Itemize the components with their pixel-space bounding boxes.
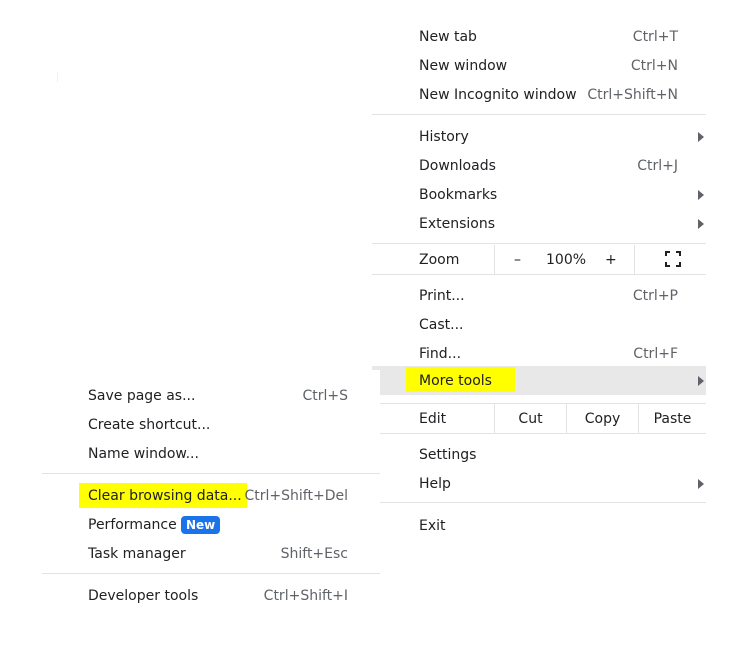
menu-item-shortcut: Ctrl+S	[302, 387, 348, 404]
menu-item-shortcut: Ctrl+F	[633, 345, 678, 362]
menu-item-print[interactable]: Print... Ctrl+P	[372, 281, 706, 310]
menu-item-extensions[interactable]: Extensions	[372, 209, 706, 238]
menu-item-label: Exit	[419, 517, 446, 534]
menu-separator	[42, 473, 380, 474]
menu-item-label: Print...	[419, 287, 465, 304]
submenu-arrow-icon	[698, 218, 704, 229]
menu-item-history[interactable]: History	[372, 122, 706, 151]
menu-item-zoom: Zoom – 100% +	[372, 245, 706, 274]
submenu-item-clear-browsing-data[interactable]: Clear browsing data... Ctrl+Shift+Del	[42, 481, 380, 510]
submenu-item-name-window[interactable]: Name window...	[42, 439, 380, 468]
submenu-item-performance[interactable]: Performance New	[42, 510, 380, 539]
copy-button[interactable]: Copy	[567, 404, 638, 433]
menu-item-label: Bookmarks	[419, 186, 498, 203]
fullscreen-icon[interactable]	[665, 251, 681, 267]
zoom-in-button[interactable]: +	[605, 250, 617, 270]
submenu-arrow-icon	[698, 375, 704, 386]
menu-item-label: History	[419, 128, 469, 145]
submenu-item-task-manager[interactable]: Task manager Shift+Esc	[42, 539, 380, 568]
more-tools-submenu: Save page as... Ctrl+S Create shortcut..…	[42, 370, 380, 616]
zoom-label: Zoom	[419, 251, 460, 268]
menu-item-settings[interactable]: Settings	[372, 440, 706, 469]
submenu-item-create-shortcut[interactable]: Create shortcut...	[42, 410, 380, 439]
menu-item-cast[interactable]: Cast...	[372, 310, 706, 339]
edit-label: Edit	[419, 410, 447, 427]
menu-item-label: Developer tools	[88, 587, 199, 604]
menu-item-shortcut: Ctrl+Shift+I	[263, 587, 348, 604]
menu-item-new-incognito-window[interactable]: New Incognito window Ctrl+Shift+N	[372, 80, 706, 109]
submenu-item-save-page[interactable]: Save page as... Ctrl+S	[42, 381, 380, 410]
zoom-divider	[494, 245, 495, 274]
menu-item-shortcut: Ctrl+Shift+N	[587, 86, 678, 103]
menu-separator	[42, 573, 380, 574]
menu-item-label: Cast...	[419, 316, 464, 333]
menu-item-label: New Incognito window	[419, 86, 577, 103]
menu-item-exit[interactable]: Exit	[372, 511, 706, 540]
menu-item-label: New tab	[419, 28, 477, 45]
menu-separator	[372, 274, 706, 275]
new-badge: New	[181, 515, 221, 534]
menu-item-shortcut: Ctrl+N	[630, 57, 678, 74]
menu-item-label: New window	[419, 57, 508, 74]
menu-item-label: Task manager	[88, 545, 186, 562]
menu-item-label: Clear browsing data...	[88, 487, 242, 504]
copy-label: Copy	[584, 410, 621, 427]
menu-item-shortcut: Ctrl+J	[637, 157, 678, 174]
menu-separator	[372, 243, 706, 244]
menu-item-label: Create shortcut...	[88, 416, 211, 433]
menu-separator	[372, 502, 706, 503]
menu-item-label: More tools	[419, 372, 492, 389]
menu-item-downloads[interactable]: Downloads Ctrl+J	[372, 151, 706, 180]
menu-item-label: Downloads	[419, 157, 496, 174]
menu-item-shortcut: Ctrl+Shift+Del	[244, 487, 348, 504]
menu-item-new-window[interactable]: New window Ctrl+N	[372, 51, 706, 80]
menu-item-label: Settings	[419, 446, 477, 463]
menu-item-help[interactable]: Help	[372, 469, 706, 498]
menu-item-label: Name window...	[88, 445, 199, 462]
menu-item-shortcut: Shift+Esc	[280, 545, 348, 562]
chrome-main-menu: New tab Ctrl+T New window Ctrl+N New Inc…	[372, 10, 706, 540]
zoom-out-button[interactable]: –	[514, 250, 521, 270]
submenu-item-developer-tools[interactable]: Developer tools Ctrl+Shift+I	[42, 581, 380, 610]
zoom-level: 100%	[546, 251, 587, 268]
menu-item-label: Extensions	[419, 215, 496, 232]
menu-separator	[372, 114, 706, 115]
paste-label: Paste	[653, 410, 692, 427]
menu-item-label: Performance	[88, 516, 177, 533]
cut-button[interactable]: Cut	[495, 404, 566, 433]
submenu-arrow-icon	[698, 189, 704, 200]
cut-label: Cut	[518, 410, 543, 427]
background-speck	[57, 72, 58, 82]
menu-item-bookmarks[interactable]: Bookmarks	[372, 180, 706, 209]
menu-item-shortcut: Ctrl+T	[632, 28, 678, 45]
submenu-arrow-icon	[698, 131, 704, 142]
menu-item-label: Save page as...	[88, 387, 196, 404]
menu-item-label: Find...	[419, 345, 462, 362]
submenu-arrow-icon	[698, 478, 704, 489]
paste-button[interactable]: Paste	[639, 404, 706, 433]
menu-item-label: Help	[419, 475, 451, 492]
zoom-divider	[634, 245, 635, 274]
menu-item-more-tools[interactable]: More tools	[372, 366, 706, 395]
menu-separator	[372, 433, 706, 434]
menu-item-shortcut: Ctrl+P	[632, 287, 678, 304]
menu-item-edit: Edit Cut Copy Paste	[372, 404, 706, 433]
menu-item-find[interactable]: Find... Ctrl+F	[372, 339, 706, 368]
menu-item-new-tab[interactable]: New tab Ctrl+T	[372, 22, 706, 51]
